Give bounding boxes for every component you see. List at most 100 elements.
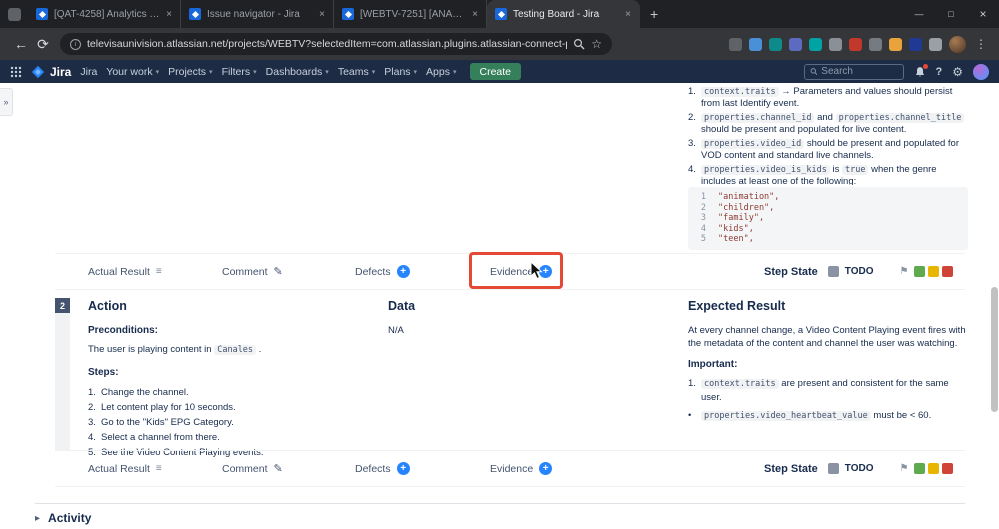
nav-item-label: Your work xyxy=(106,65,153,78)
list-item: 4. properties.video_is_kids is true when… xyxy=(688,164,968,185)
list-text: is xyxy=(829,164,842,175)
status-fail-button[interactable] xyxy=(942,463,954,474)
flag-icon[interactable]: ⚑ xyxy=(900,266,909,277)
navbar-right: ? ⚙ xyxy=(803,63,989,80)
inline-code: context.traits xyxy=(701,87,779,97)
nav-item-jira[interactable]: Jira xyxy=(80,66,97,78)
browser-tab-2[interactable]: Issue navigator - Jira × xyxy=(181,0,334,28)
extension-icon[interactable] xyxy=(869,37,882,51)
nav-item-projects[interactable]: Projects ▾ xyxy=(168,66,212,78)
new-tab-button[interactable]: + xyxy=(650,6,658,22)
code-block: 1 "animation", 2 "children", 3 "family", 4 "… xyxy=(688,187,968,250)
browser-tab-active[interactable]: Testing Board - Jira × xyxy=(487,0,640,28)
close-window-button[interactable]: × xyxy=(967,0,999,28)
extension-icon[interactable] xyxy=(809,37,822,51)
refresh-button[interactable]: ⟳ xyxy=(32,36,54,53)
defects-add-button[interactable]: Defects + xyxy=(355,451,410,486)
scrollbar-thumb[interactable] xyxy=(991,287,998,412)
precondition-text: The user is playing content in Canales . xyxy=(88,343,380,357)
tab-title: [WEBTV-7251] [ANALYTICS] [V... xyxy=(360,8,466,20)
list-text: Go to the "Kids" EPG Category. xyxy=(101,417,234,428)
search-box[interactable] xyxy=(803,63,904,80)
content-area: » 1. context.traits → Parameters and val… xyxy=(0,83,999,529)
code-text: "family", xyxy=(718,213,765,223)
tab-close-icon[interactable]: × xyxy=(472,9,478,20)
nav-item-apps[interactable]: Apps ▾ xyxy=(426,66,456,78)
notification-badge xyxy=(922,63,928,69)
maximize-button[interactable]: □ xyxy=(935,0,967,28)
status-pass-button[interactable] xyxy=(914,266,926,277)
nav-item-label: Projects xyxy=(168,65,207,78)
extension-icon[interactable] xyxy=(909,37,922,51)
extension-icon[interactable] xyxy=(849,37,862,51)
search-input[interactable] xyxy=(821,66,898,77)
browser-tab-3[interactable]: [WEBTV-7251] [ANALYTICS] [V... × xyxy=(334,0,487,28)
column-header: Data xyxy=(388,299,416,313)
extension-icon[interactable] xyxy=(829,37,842,51)
extensions-puzzle-icon[interactable] xyxy=(929,37,942,51)
nav-item-dashboards[interactable]: Dashboards ▾ xyxy=(266,66,329,78)
tab-close-icon[interactable]: × xyxy=(166,9,172,20)
user-avatar[interactable] xyxy=(973,63,989,80)
evidence-add-button[interactable]: Evidence + xyxy=(490,451,553,486)
chevron-down-icon: ▾ xyxy=(371,68,376,76)
tab-close-icon[interactable]: × xyxy=(625,9,631,20)
status-blocked-button[interactable] xyxy=(928,463,940,474)
status-blocked-button[interactable] xyxy=(928,266,940,277)
plus-circle-icon[interactable]: + xyxy=(396,462,410,475)
window-controls: — □ × xyxy=(903,0,999,28)
comment-label: Comment xyxy=(222,265,268,278)
align-icon: ≡ xyxy=(155,463,162,474)
column-header: Action xyxy=(88,299,127,313)
activity-section[interactable]: ▸ Activity xyxy=(35,503,965,525)
tab-close-icon[interactable]: × xyxy=(319,9,325,20)
list-item: • properties.video_heartbeat_value must … xyxy=(688,409,968,423)
step-state-label: Step State xyxy=(764,265,818,278)
nav-item-teams[interactable]: Teams ▾ xyxy=(338,66,375,78)
status-fail-button[interactable] xyxy=(942,266,954,277)
extension-icon[interactable] xyxy=(749,37,762,51)
chevron-right-icon[interactable]: ▸ xyxy=(35,513,40,524)
zoom-indicator-icon[interactable] xyxy=(573,38,585,50)
comment-button[interactable]: Comment ✎ xyxy=(222,254,283,289)
actual-result-button[interactable]: Actual Result ≡ xyxy=(88,451,162,486)
status-pass-button[interactable] xyxy=(914,463,926,474)
help-icon[interactable]: ? xyxy=(936,66,943,78)
extension-icon[interactable] xyxy=(889,37,902,51)
list-item: 3. Go to the "Kids" EPG Category. xyxy=(88,415,380,430)
minimize-button[interactable]: — xyxy=(903,0,935,28)
site-info-icon[interactable]: i xyxy=(70,38,81,50)
flag-icon[interactable]: ⚑ xyxy=(900,463,909,474)
notifications-bell-icon[interactable] xyxy=(914,63,928,78)
status-badge: TODO xyxy=(844,266,874,277)
plus-circle-icon[interactable]: + xyxy=(539,462,553,475)
address-bar[interactable]: i televisaunivision.atlassian.net/projec… xyxy=(60,33,612,55)
list-marker: 4. xyxy=(88,432,96,443)
inline-code: properties.video_id xyxy=(701,139,805,149)
code-text: "animation", xyxy=(718,192,780,202)
nav-item-filters[interactable]: Filters ▾ xyxy=(222,66,257,78)
app-switcher-icon[interactable] xyxy=(10,66,22,78)
browser-profile-avatar[interactable] xyxy=(949,35,966,53)
actual-result-label: Actual Result xyxy=(88,265,150,278)
extension-icon[interactable] xyxy=(769,37,782,51)
extension-icon[interactable] xyxy=(789,37,802,51)
back-button[interactable]: ← xyxy=(10,36,32,52)
nav-item-your-work[interactable]: Your work ▾ xyxy=(106,66,159,78)
create-button[interactable]: Create xyxy=(469,63,522,80)
code-line: 2 "children", xyxy=(696,203,960,214)
step1-expected-list: 1. context.traits → Parameters and value… xyxy=(688,86,968,185)
sidebar-expand-button[interactable]: » xyxy=(0,88,13,116)
nav-item-plans[interactable]: Plans ▾ xyxy=(384,66,417,78)
defects-add-button[interactable]: Defects + xyxy=(355,254,410,289)
browser-menu-icon[interactable]: ⋮ xyxy=(973,37,989,51)
browser-tab-1[interactable]: [QAT-4258] Analytics [ALL] | Se... × xyxy=(28,0,181,28)
actual-result-button[interactable]: Actual Result ≡ xyxy=(88,254,162,289)
bookmark-star-icon[interactable]: ☆ xyxy=(591,37,602,51)
extension-icon[interactable] xyxy=(729,37,742,51)
settings-gear-icon[interactable]: ⚙ xyxy=(952,65,963,79)
step-state-label: Step State xyxy=(764,462,818,475)
jira-logo[interactable]: Jira xyxy=(31,65,71,79)
plus-circle-icon[interactable]: + xyxy=(396,265,410,278)
comment-button[interactable]: Comment ✎ xyxy=(222,451,283,486)
